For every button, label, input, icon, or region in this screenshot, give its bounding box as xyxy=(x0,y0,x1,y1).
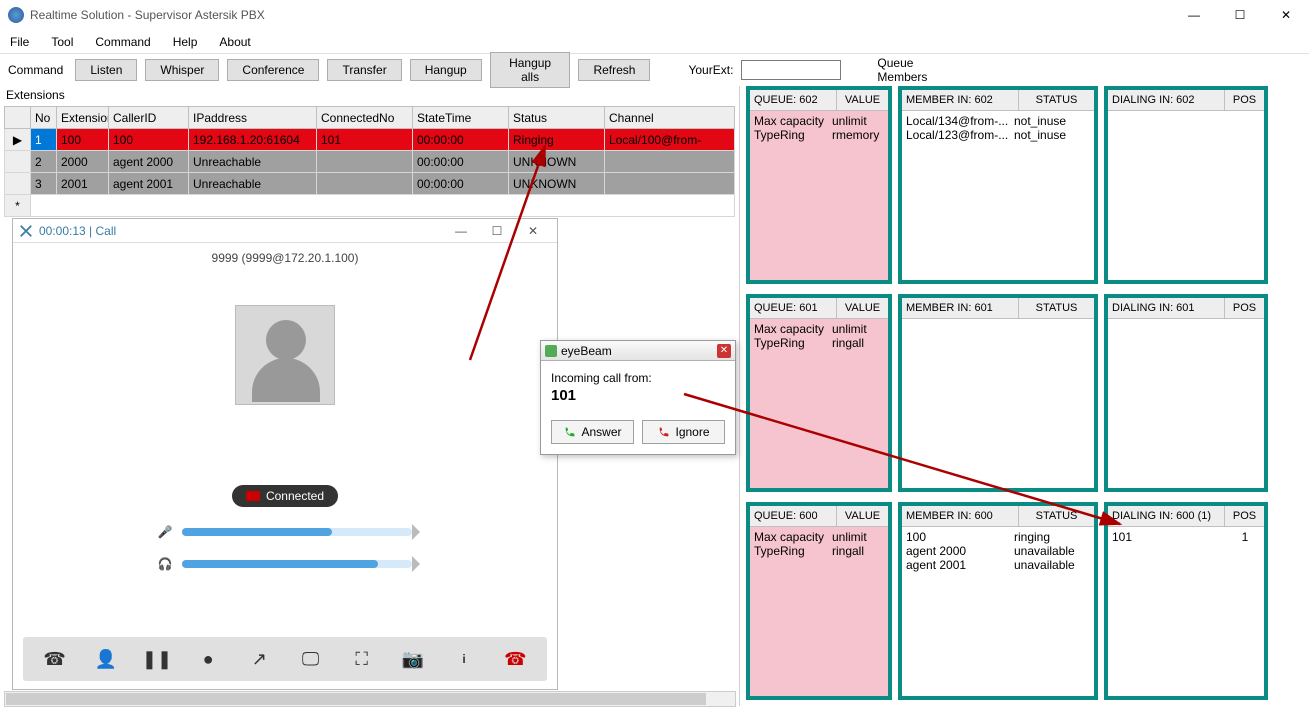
eyebeam-icon xyxy=(545,345,557,357)
table-row[interactable]: 32001agent 2001Unreachable00:00:00UNKNOW… xyxy=(5,173,735,195)
close-button[interactable]: ✕ xyxy=(1263,0,1309,30)
speaker-icon: 🎧 xyxy=(158,557,173,571)
col-extension[interactable]: Extension xyxy=(57,107,109,129)
phone-answer-icon xyxy=(563,425,577,439)
avatar-icon xyxy=(235,305,335,405)
pause-button[interactable]: ❚❚ xyxy=(139,643,175,675)
command-label: Command xyxy=(8,63,63,77)
menu-command[interactable]: Command xyxy=(95,35,150,49)
dialing-card: DIALING IN: 600 (1)POS 1011 xyxy=(1104,502,1268,700)
title-bar: Realtime Solution - Supervisor Astersik … xyxy=(0,0,1309,30)
eyebeam-popup: eyeBeam ✕ Incoming call from: 101 Answer… xyxy=(540,340,736,455)
record-icon xyxy=(246,491,260,501)
col-connected[interactable]: ConnectedNo xyxy=(317,107,413,129)
answer-button[interactable]: Answer xyxy=(551,420,634,444)
minimize-button[interactable]: — xyxy=(1171,0,1217,30)
softphone-toolbar: ☎ 👤 ❚❚ ● ↗ 🖵 ⛶ 📷 i ☎ xyxy=(23,637,547,681)
incoming-call-label: Incoming call from: xyxy=(551,371,725,385)
sp-close-button[interactable]: ✕ xyxy=(515,224,551,238)
conference-button[interactable]: Conference xyxy=(227,59,319,81)
your-ext-input[interactable] xyxy=(741,60,841,80)
queue-card: QUEUE: 601VALUE Max capacityTypeRingunli… xyxy=(746,294,892,492)
softphone-time: 00:00:13 xyxy=(39,224,86,238)
dialing-card: DIALING IN: 602POS xyxy=(1104,86,1268,284)
hangup-call-button[interactable]: ☎ xyxy=(497,643,533,675)
queue-members-label: Queue Members xyxy=(877,56,949,84)
menu-bar: File Tool Command Help About xyxy=(0,30,1309,54)
table-row[interactable]: 22000agent 2000Unreachable00:00:00UNKNOW… xyxy=(5,151,735,173)
col-statetime[interactable]: StateTime xyxy=(413,107,509,129)
maximize-button[interactable]: ☐ xyxy=(1217,0,1263,30)
window-title: Realtime Solution - Supervisor Astersik … xyxy=(30,8,265,22)
extensions-label: Extensions xyxy=(4,86,735,106)
speaker-slider[interactable] xyxy=(182,560,412,568)
extensions-table: No Extension CallerID IPaddress Connecte… xyxy=(4,106,735,217)
transfer-button[interactable]: Transfer xyxy=(327,59,401,81)
mic-icon: 🎤 xyxy=(158,525,173,539)
info-button[interactable]: i xyxy=(446,643,482,675)
refresh-button[interactable]: Refresh xyxy=(578,59,650,81)
softphone-icon xyxy=(19,224,33,238)
record-button[interactable]: ● xyxy=(190,643,226,675)
member-card: MEMBER IN: 601STATUS xyxy=(898,294,1098,492)
hangup-alls-button[interactable]: Hangup alls xyxy=(490,52,571,88)
member-card: MEMBER IN: 600STATUS 100ringingagent 200… xyxy=(898,502,1098,700)
dialing-card: DIALING IN: 601POS xyxy=(1104,294,1268,492)
col-no[interactable]: No xyxy=(31,107,57,129)
sp-minimize-button[interactable]: — xyxy=(443,224,479,238)
ignore-button[interactable]: Ignore xyxy=(642,420,725,444)
menu-about[interactable]: About xyxy=(219,35,250,49)
your-ext-label: YourExt: xyxy=(688,63,733,77)
connection-status: Connected xyxy=(232,485,338,507)
app-icon xyxy=(8,7,24,23)
col-ip[interactable]: IPaddress xyxy=(189,107,317,129)
col-callerid[interactable]: CallerID xyxy=(109,107,189,129)
incoming-call-number: 101 xyxy=(551,387,725,404)
add-contact-button[interactable]: 👤 xyxy=(88,643,124,675)
video-button[interactable]: 📷 xyxy=(395,643,431,675)
softphone-call-label: Call xyxy=(96,224,117,238)
queue-card: QUEUE: 602VALUE Max capacityTypeRingunli… xyxy=(746,86,892,284)
queue-card: QUEUE: 600VALUE Max capacityTypeRingunli… xyxy=(746,502,892,700)
menu-file[interactable]: File xyxy=(10,35,29,49)
phone-ignore-icon xyxy=(657,425,671,439)
whisper-button[interactable]: Whisper xyxy=(145,59,219,81)
eyebeam-title: eyeBeam xyxy=(561,344,612,358)
listen-button[interactable]: Listen xyxy=(75,59,137,81)
screen-share-button[interactable]: 🖵 xyxy=(293,643,329,675)
horizontal-scrollbar[interactable] xyxy=(4,691,736,707)
menu-help[interactable]: Help xyxy=(173,35,198,49)
col-channel[interactable]: Channel xyxy=(605,107,735,129)
softphone-window: 00:00:13 | Call — ☐ ✕ 9999 (9999@172.20.… xyxy=(12,218,558,690)
mic-slider[interactable] xyxy=(182,528,412,536)
table-row[interactable]: ▶1100100192.168.1.20:6160410100:00:00Rin… xyxy=(5,129,735,151)
dialpad-button[interactable]: ☎ xyxy=(37,643,73,675)
eyebeam-close-button[interactable]: ✕ xyxy=(717,344,731,358)
hangup-button[interactable]: Hangup xyxy=(410,59,482,81)
command-toolbar: Command Listen Whisper Conference Transf… xyxy=(0,54,1309,86)
col-status[interactable]: Status xyxy=(509,107,605,129)
fullscreen-button[interactable]: ⛶ xyxy=(344,643,380,675)
softphone-header: 9999 (9999@172.20.1.100) xyxy=(21,251,549,265)
transfer-call-button[interactable]: ↗ xyxy=(241,643,277,675)
menu-tool[interactable]: Tool xyxy=(51,35,73,49)
sp-maximize-button[interactable]: ☐ xyxy=(479,224,515,238)
member-card: MEMBER IN: 602STATUS Local/134@from-...n… xyxy=(898,86,1098,284)
